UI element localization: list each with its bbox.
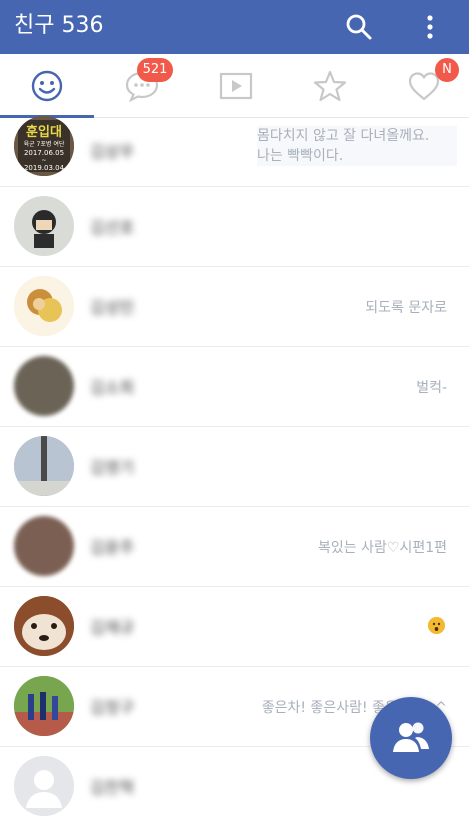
- list-item[interactable]: 김성민 되도록 문자로: [0, 267, 469, 347]
- default-avatar-icon: [14, 756, 74, 816]
- svg-text:~: ~: [41, 157, 46, 164]
- friend-name: 김윤주: [90, 538, 135, 557]
- chats-badge: 521: [137, 58, 173, 82]
- tab-likes[interactable]: N: [376, 54, 469, 117]
- tab-chats[interactable]: 521: [94, 54, 188, 117]
- add-friend-icon: [393, 722, 429, 752]
- avatar: [14, 516, 74, 576]
- list-item[interactable]: 훈입대 육군 7포병 여단 2017.06.05 ~ 2019.03.04 김상…: [0, 116, 469, 187]
- avatar: [14, 676, 74, 736]
- friend-name: 김소희: [90, 378, 135, 397]
- svg-text:훈입대: 훈입대: [26, 124, 62, 140]
- friend-name: 김재규: [90, 618, 135, 637]
- friend-name: 김정구: [90, 698, 135, 717]
- play-icon: [219, 72, 253, 100]
- friend-name: 김영기: [90, 458, 135, 477]
- list-item[interactable]: 김소희 벌컥-: [0, 347, 469, 427]
- list-item[interactable]: 김영기: [0, 427, 469, 507]
- star-icon: [313, 70, 347, 102]
- svg-text:2019.03.04: 2019.03.04: [24, 164, 65, 172]
- avatar: [14, 596, 74, 656]
- friend-status: 복있는 사람♡시편1편: [318, 540, 447, 556]
- page-title: 친구 536: [14, 13, 104, 38]
- avatar: [14, 356, 74, 416]
- friend-name: 김선호: [90, 218, 135, 237]
- face-surprised-emoji: [428, 617, 445, 634]
- avatar: [14, 196, 74, 256]
- likes-badge: N: [435, 58, 459, 82]
- friend-name: 김찬혁: [90, 778, 135, 797]
- avatar: [14, 436, 74, 496]
- tab-friends[interactable]: [0, 54, 94, 118]
- friend-status: 벌컥-: [416, 380, 447, 396]
- more-vert-icon[interactable]: [420, 13, 440, 41]
- list-item[interactable]: 김재규: [0, 587, 469, 667]
- avatar: [14, 276, 74, 336]
- app-bar: 친구 536: [0, 0, 469, 54]
- tab-favorites[interactable]: [282, 54, 376, 117]
- avatar: [14, 756, 74, 816]
- list-item[interactable]: 김윤주 복있는 사람♡시편1편: [0, 507, 469, 587]
- add-friend-button[interactable]: [370, 697, 452, 779]
- friend-name: 김상우: [90, 142, 135, 161]
- search-icon[interactable]: [345, 13, 373, 41]
- svg-text:육군 7포병 여단: 육군 7포병 여단: [24, 140, 65, 148]
- avatar: 훈입대 육군 7포병 여단 2017.06.05 ~ 2019.03.04: [14, 116, 74, 176]
- list-item[interactable]: 김선호: [0, 187, 469, 267]
- smiley-icon: [31, 70, 63, 102]
- tab-bar: 521 N: [0, 54, 469, 118]
- tab-video[interactable]: [188, 54, 282, 117]
- svg-text:2017.06.05: 2017.06.05: [24, 149, 64, 157]
- friend-name: 김성민: [90, 298, 135, 317]
- friend-status: 몸다치지 않고 잘 다녀올께요. 나는 빡빡이다.: [257, 126, 457, 166]
- friend-status: 되도록 문자로: [365, 300, 447, 316]
